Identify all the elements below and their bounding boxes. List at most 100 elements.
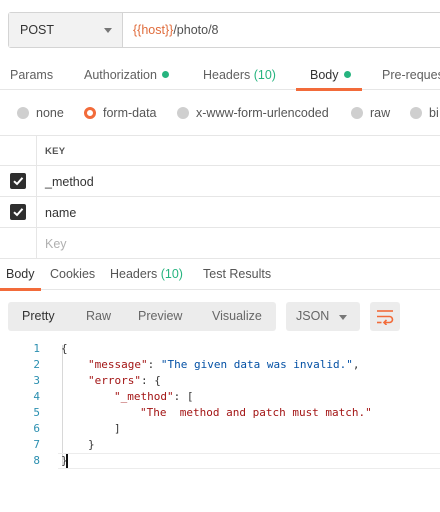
line-number: 3 bbox=[33, 374, 40, 387]
line-number: 8 bbox=[33, 454, 40, 467]
code-line: 3 "errors": { bbox=[0, 373, 440, 389]
radio-none-label: none bbox=[36, 106, 64, 120]
response-body-code[interactable]: 1{ 2 "message": "The given data was inval… bbox=[0, 341, 440, 469]
radio-circle-icon bbox=[410, 107, 422, 119]
code-line: 7} bbox=[0, 437, 440, 453]
column-divider bbox=[36, 197, 37, 227]
line-number: 1 bbox=[33, 342, 40, 355]
code-line: 5 "The method and patch must match." bbox=[0, 405, 440, 421]
line-number: 2 bbox=[33, 358, 40, 371]
line-number: 6 bbox=[33, 422, 40, 435]
line-number: 4 bbox=[33, 390, 40, 403]
url-path: /photo/8 bbox=[173, 23, 219, 37]
radio-raw-label: raw bbox=[370, 106, 391, 120]
row-checkbox[interactable] bbox=[10, 173, 26, 189]
url-variable: {{host}} bbox=[133, 23, 174, 37]
code-line: 6] bbox=[0, 421, 440, 437]
column-divider bbox=[36, 228, 37, 258]
tab-response-body[interactable]: Body bbox=[6, 267, 35, 281]
code-line: 2 "message": "The given data was invalid.… bbox=[0, 357, 440, 373]
code-text: "errors": { bbox=[88, 374, 161, 387]
tab-cookies[interactable]: Cookies bbox=[50, 267, 95, 281]
radio-form-data[interactable]: form-data bbox=[84, 106, 157, 120]
radio-none[interactable]: none bbox=[17, 106, 64, 120]
url-input[interactable]: {{host}}/photo/8 bbox=[123, 13, 440, 47]
radio-urlencoded-label: x-www-form-urlencoded bbox=[196, 106, 329, 120]
tab-authorization-label: Authorization bbox=[84, 68, 157, 82]
tab-response-headers-count: (10) bbox=[160, 267, 183, 281]
key-cell[interactable]: _method bbox=[45, 175, 94, 189]
tab-params-label: Params bbox=[10, 68, 54, 82]
line-number: 5 bbox=[33, 406, 40, 419]
tab-authorization[interactable]: Authorization bbox=[84, 68, 169, 82]
chevron-down-icon bbox=[104, 28, 112, 33]
view-visualize-button[interactable]: Visualize bbox=[212, 309, 262, 323]
active-response-tab-indicator bbox=[0, 288, 41, 291]
response-tabs: Body Cookies Headers (10) Test Results bbox=[0, 258, 440, 290]
view-mode-group: Pretty Raw Preview Visualize bbox=[8, 302, 276, 331]
radio-form-data-label: form-data bbox=[103, 106, 157, 120]
request-url-bar: POST {{host}}/photo/8 bbox=[8, 12, 440, 48]
tab-params[interactable]: Params bbox=[10, 68, 53, 82]
request-tabs: Params Authorization Headers (10) Body P… bbox=[0, 60, 440, 90]
column-divider bbox=[36, 136, 37, 165]
text-cursor bbox=[66, 454, 68, 468]
table-row: name bbox=[0, 196, 440, 227]
tab-headers[interactable]: Headers (10) bbox=[203, 68, 276, 82]
tab-body[interactable]: Body bbox=[310, 68, 351, 82]
radio-raw[interactable]: raw bbox=[351, 106, 390, 120]
radio-circle-icon bbox=[351, 107, 363, 119]
key-column-header: KEY bbox=[45, 146, 66, 157]
table-row: _method bbox=[0, 165, 440, 196]
format-select[interactable]: JSON bbox=[286, 302, 360, 331]
tab-response-headers-label: Headers bbox=[110, 267, 158, 281]
active-tab-indicator bbox=[296, 88, 362, 91]
tab-cookies-label: Cookies bbox=[50, 267, 96, 281]
method-select[interactable]: POST bbox=[9, 13, 123, 47]
tab-test-results[interactable]: Test Results bbox=[203, 267, 271, 281]
wrap-lines-button[interactable] bbox=[370, 302, 400, 331]
tab-pre-request[interactable]: Pre-reques bbox=[382, 68, 440, 82]
status-dot-icon bbox=[343, 71, 351, 78]
table-row-new: Key bbox=[0, 227, 440, 258]
code-text: "_method": [ bbox=[114, 390, 194, 403]
code-line: 1{ bbox=[0, 341, 440, 357]
view-pretty-button[interactable]: Pretty bbox=[22, 309, 55, 323]
format-label: JSON bbox=[296, 309, 330, 323]
column-divider bbox=[36, 166, 37, 196]
form-data-table: KEY _method name Key bbox=[0, 135, 440, 258]
tab-pre-request-label: Pre-reques bbox=[382, 68, 440, 82]
code-text: "message": "The given data was invalid."… bbox=[88, 358, 360, 371]
view-preview-button[interactable]: Preview bbox=[138, 309, 182, 323]
radio-circle-icon bbox=[177, 107, 189, 119]
radio-binary-label: bi bbox=[429, 106, 439, 120]
radio-selected-icon bbox=[84, 107, 96, 119]
table-header: KEY bbox=[0, 135, 440, 165]
wrap-lines-icon bbox=[377, 310, 394, 325]
radio-urlencoded[interactable]: x-www-form-urlencoded bbox=[177, 106, 329, 120]
status-dot-icon bbox=[161, 71, 169, 78]
key-input[interactable]: Key bbox=[45, 237, 67, 251]
checkmark-icon bbox=[13, 177, 24, 186]
tab-headers-label: Headers bbox=[203, 68, 251, 82]
view-raw-button[interactable]: Raw bbox=[86, 309, 111, 323]
tab-response-headers[interactable]: Headers (10) bbox=[110, 267, 183, 281]
tab-body-label: Body bbox=[310, 68, 339, 82]
code-text: ] bbox=[114, 422, 121, 435]
key-cell[interactable]: name bbox=[45, 206, 76, 220]
line-number: 7 bbox=[33, 438, 40, 451]
radio-binary[interactable]: bi bbox=[410, 106, 439, 120]
method-label: POST bbox=[20, 23, 55, 37]
code-line: 4 "_method": [ bbox=[0, 389, 440, 405]
code-text: "The method and patch must match." bbox=[140, 406, 372, 419]
chevron-down-icon bbox=[339, 315, 347, 320]
code-text: { bbox=[61, 342, 68, 355]
checkmark-icon bbox=[13, 208, 24, 217]
body-type-radios: none form-data x-www-form-urlencoded raw… bbox=[0, 100, 440, 130]
tab-test-results-label: Test Results bbox=[203, 267, 272, 281]
code-text: } bbox=[88, 438, 95, 451]
tab-headers-count: (10) bbox=[253, 68, 276, 82]
tab-response-body-label: Body bbox=[6, 267, 35, 281]
radio-circle-icon bbox=[17, 107, 29, 119]
row-checkbox[interactable] bbox=[10, 204, 26, 220]
